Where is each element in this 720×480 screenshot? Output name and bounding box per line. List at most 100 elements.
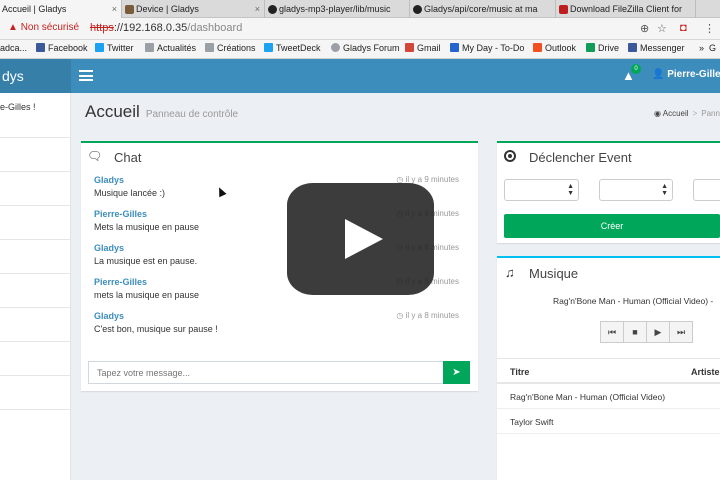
next-icon: ⏭	[676, 327, 686, 337]
stop-button[interactable]: ■	[623, 321, 647, 343]
sidebar-toggle-icon[interactable]	[79, 70, 93, 81]
event-select[interactable]: ▲ ▼	[504, 179, 579, 201]
bookmark-item[interactable]: G	[709, 43, 716, 53]
column-title: Titre	[510, 367, 530, 377]
bookmark-item[interactable]: Actualités	[145, 43, 196, 53]
sidebar-divider	[0, 341, 71, 342]
page-subtitle: Panneau de contrôle	[145, 109, 239, 120]
comments-icon: 🗨	[87, 149, 103, 163]
folder-icon	[205, 43, 214, 52]
facebook-icon	[36, 43, 45, 52]
twitter-icon	[95, 43, 104, 52]
content-header: Accueil Panneau de contrôle	[85, 102, 238, 122]
breadcrumb: ◉ Accueil>Panne	[654, 109, 720, 118]
filezilla-icon	[559, 5, 568, 14]
event-panel: Déclencher Event ▲ ▼ ▲ ▼ Créer	[497, 141, 720, 243]
bookmark-item[interactable]: Messenger	[628, 43, 685, 53]
sidebar-divider	[0, 137, 71, 138]
bookmark-item[interactable]: Gmail	[405, 43, 441, 53]
sidebar-divider	[0, 205, 71, 206]
browser-tab[interactable]: Accueil | Gladys ×	[0, 0, 122, 18]
bookmark-item[interactable]: TweetDeck	[264, 43, 321, 53]
user-icon: 👤	[652, 69, 665, 80]
browser-tab[interactable]: Download FileZilla Client for	[556, 0, 696, 18]
track-title: Rag'n'Bone Man - Human (Official Video)	[510, 392, 666, 402]
google-icon	[331, 43, 340, 52]
chat-title: Chat	[114, 150, 142, 165]
location-icon[interactable]: ⊕	[640, 22, 649, 35]
playlist-row[interactable]: Rag'n'Bone Man - Human (Official Video)	[497, 384, 720, 409]
select-arrows-icon: ▲ ▼	[567, 183, 574, 197]
sidebar-divider	[0, 307, 71, 308]
music-note-icon: ♫	[505, 265, 515, 280]
browser-tab-bar: Accueil | Gladys × Device | Gladys × gla…	[0, 0, 720, 18]
select-arrows-icon: ▲ ▼	[661, 183, 668, 197]
dashboard-icon: ◉	[654, 109, 661, 118]
playlist-row[interactable]: Taylor Swift	[497, 409, 720, 434]
sidebar-welcome: e-Gilles !	[0, 102, 36, 112]
app-header: dys ▲ 0 👤 Pierre-Gilles	[0, 59, 720, 93]
event-select[interactable]	[693, 179, 720, 201]
address-bar[interactable]: ▲ Non sécurisé https://192.168.0.35/dash…	[0, 18, 720, 40]
column-artist: Artiste	[691, 367, 720, 377]
bookmark-item[interactable]: adca...	[0, 43, 27, 53]
bookmark-item[interactable]: Gladys Forum	[331, 43, 400, 53]
url-field[interactable]: https://192.168.0.35/dashboard	[90, 22, 242, 34]
message-time: ◷ il y a 8 minutes	[396, 311, 459, 320]
browser-tab[interactable]: Gladys/api/core/music at ma	[410, 0, 556, 18]
user-menu[interactable]: 👤 Pierre-Gilles	[652, 69, 720, 80]
github-icon	[268, 5, 277, 14]
close-tab-icon[interactable]: ×	[255, 0, 260, 18]
music-title: Musique	[529, 266, 579, 281]
paper-plane-icon: ➤	[452, 367, 461, 378]
play-icon: ▶	[654, 327, 662, 337]
sidebar-divider	[0, 239, 71, 240]
target-icon	[504, 150, 516, 162]
play-button[interactable]: ▶	[646, 321, 670, 343]
close-tab-icon[interactable]: ×	[112, 0, 117, 18]
browser-tab[interactable]: Device | Gladys ×	[122, 0, 265, 18]
sidebar-divider	[0, 375, 71, 376]
sidebar-divider	[0, 273, 71, 274]
star-icon[interactable]: ☆	[657, 22, 667, 35]
clock-icon: ◷	[396, 311, 404, 320]
create-event-button[interactable]: Créer	[504, 214, 720, 238]
next-button[interactable]: ⏭	[669, 321, 693, 343]
video-play-button[interactable]	[287, 183, 434, 295]
security-warning[interactable]: ▲ Non sécurisé	[8, 22, 79, 33]
bookmark-item[interactable]: Drive	[586, 43, 619, 53]
send-message-button[interactable]: ➤	[443, 361, 470, 384]
track-title: Taylor Swift	[510, 417, 554, 427]
browser-tab[interactable]: gladys-mp3-player/lib/music	[265, 0, 410, 18]
chat-message-input[interactable]	[88, 361, 445, 384]
sidebar: e-Gilles !	[0, 93, 71, 480]
messenger-icon	[628, 43, 637, 52]
bookmarks-overflow[interactable]: »	[699, 43, 704, 53]
bookmark-item[interactable]: Facebook	[36, 43, 88, 53]
message-text: C'est bon, musique sur pause !	[94, 324, 218, 334]
sidebar-divider	[0, 409, 71, 410]
music-controls: ⏮ ■ ▶ ⏭	[600, 321, 693, 343]
favicon-icon	[125, 5, 134, 14]
gmail-icon	[405, 43, 414, 52]
music-panel: ♫ Musique Rag'n'Bone Man - Human (Offici…	[497, 256, 720, 480]
extension-icon[interactable]: ◘	[680, 22, 687, 34]
outlook-icon	[533, 43, 542, 52]
menu-icon[interactable]: ⋮	[704, 22, 715, 35]
tweetdeck-icon	[264, 43, 273, 52]
breadcrumb-current: Panne	[701, 109, 720, 118]
notification-badge: 0	[631, 64, 641, 74]
bookmark-item[interactable]: Créations	[205, 43, 256, 53]
github-icon	[413, 5, 422, 14]
chat-message: Gladys C'est bon, musique sur pause ! ◷ …	[94, 311, 459, 345]
previous-icon: ⏮	[607, 327, 617, 337]
bookmark-item[interactable]: Twitter	[95, 43, 134, 53]
play-icon	[345, 219, 383, 259]
previous-button[interactable]: ⏮	[600, 321, 624, 343]
sidebar-divider	[0, 171, 71, 172]
event-select[interactable]: ▲ ▼	[599, 179, 673, 201]
app-logo[interactable]: dys	[0, 59, 71, 93]
bookmark-item[interactable]: Outlook	[533, 43, 576, 53]
breadcrumb-home[interactable]: Accueil	[663, 109, 689, 118]
bookmark-item[interactable]: My Day - To-Do	[450, 43, 524, 53]
